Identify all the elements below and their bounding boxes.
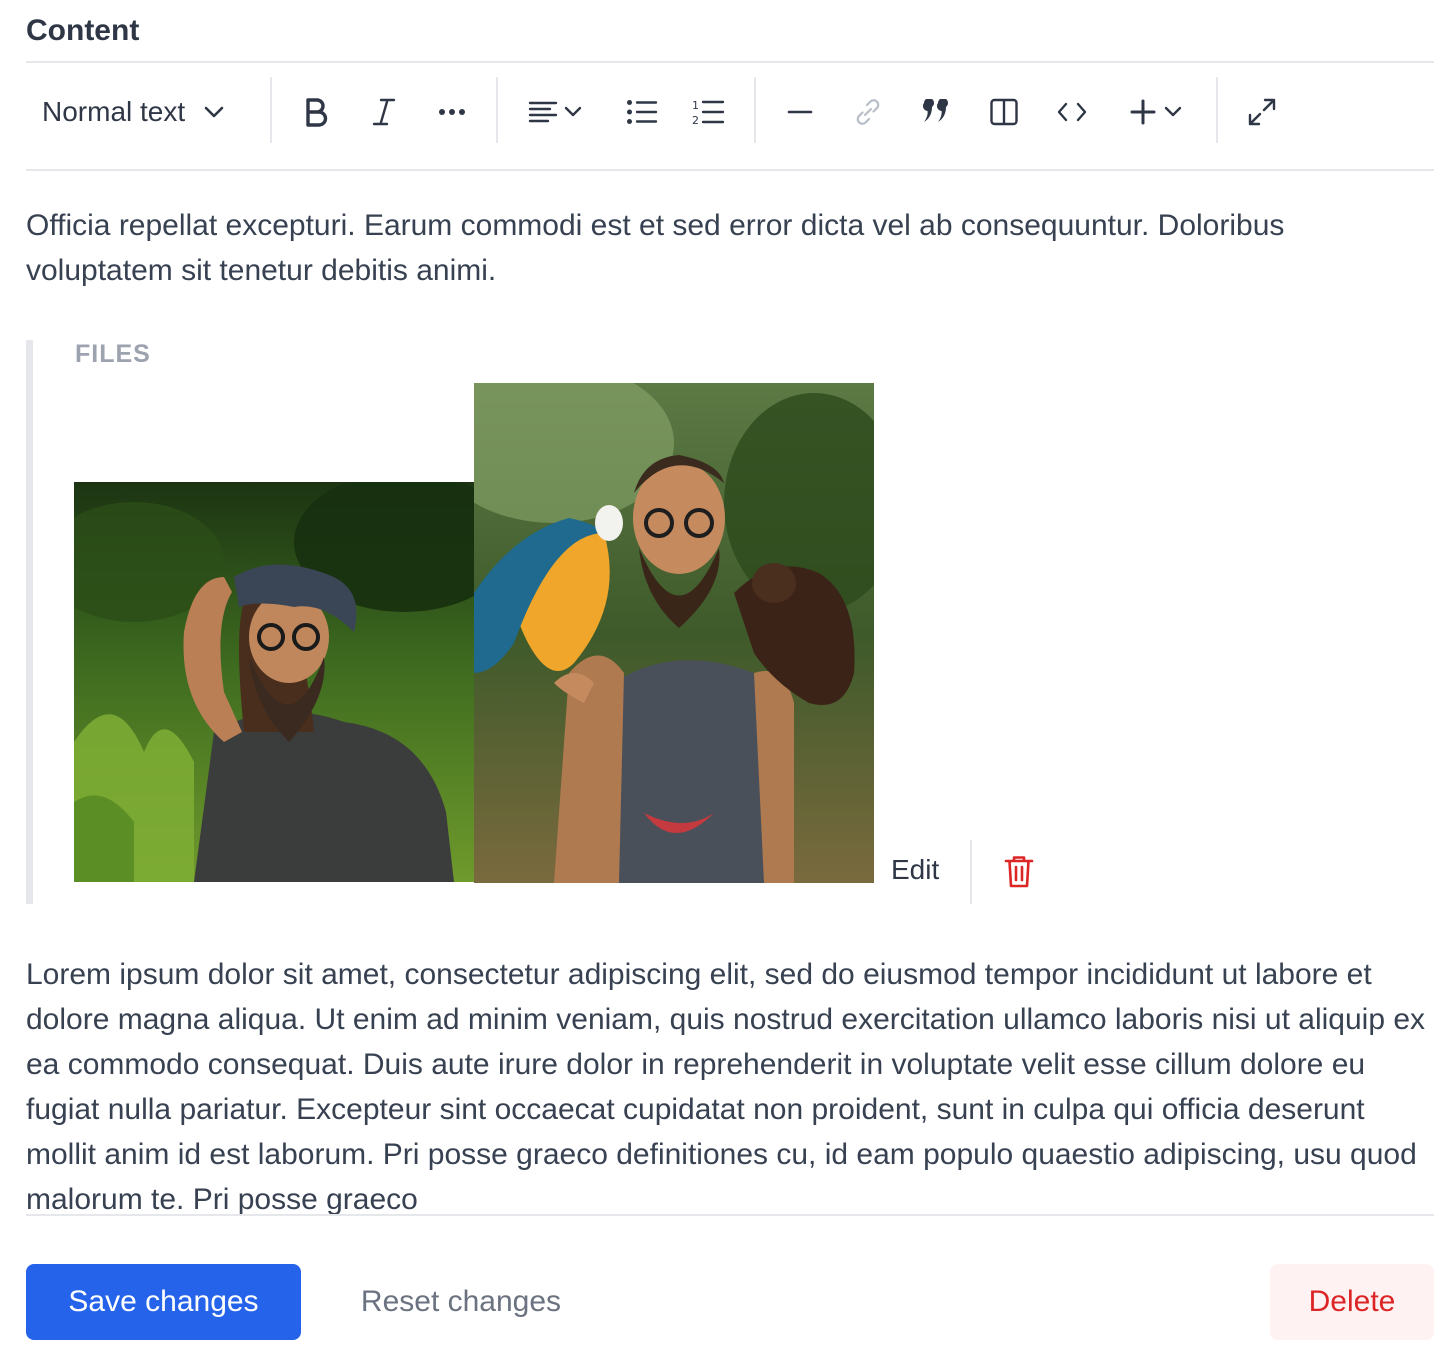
toolbar-separator bbox=[496, 77, 498, 143]
toolbar-separator bbox=[270, 77, 272, 143]
save-button[interactable]: Save changes bbox=[26, 1264, 301, 1340]
align-left-icon bbox=[528, 100, 558, 124]
minus-icon bbox=[787, 109, 813, 115]
more-horizontal-icon bbox=[438, 108, 466, 116]
columns-icon bbox=[989, 97, 1019, 127]
link-icon bbox=[852, 96, 884, 128]
toolbar-separator bbox=[754, 77, 756, 143]
text-style-select[interactable]: Normal text bbox=[42, 91, 244, 133]
numbered-list-button[interactable]: 12 bbox=[686, 91, 730, 133]
bold-icon bbox=[303, 97, 329, 127]
bullet-list-button[interactable] bbox=[620, 91, 664, 133]
files-actions-separator bbox=[970, 840, 972, 904]
numbered-list-icon: 12 bbox=[691, 98, 725, 126]
text-style-label: Normal text bbox=[42, 96, 186, 127]
plus-icon bbox=[1130, 99, 1156, 125]
toolbar-separator bbox=[1216, 77, 1218, 143]
fullscreen-button[interactable] bbox=[1240, 91, 1284, 133]
chevron-down-icon bbox=[1164, 106, 1182, 118]
trash-icon bbox=[1003, 856, 1035, 894]
file-image[interactable] bbox=[74, 482, 474, 882]
bold-button[interactable] bbox=[294, 91, 338, 133]
files-label: FILES bbox=[75, 340, 151, 368]
reset-button[interactable]: Reset changes bbox=[326, 1264, 596, 1340]
quote-icon bbox=[921, 99, 951, 125]
quote-button[interactable] bbox=[914, 91, 958, 133]
horizontal-rule-button[interactable] bbox=[778, 91, 822, 133]
bullet-list-icon bbox=[626, 99, 658, 125]
italic-icon bbox=[371, 97, 397, 127]
editor-paragraph[interactable]: Officia repellat excepturi. Earum commod… bbox=[26, 203, 1426, 293]
code-icon bbox=[1056, 101, 1088, 123]
delete-button[interactable]: Delete bbox=[1270, 1264, 1434, 1340]
more-formatting-button[interactable] bbox=[430, 91, 474, 133]
editor-body-scroll[interactable]: Lorem ipsum dolor sit amet, consectetur … bbox=[26, 952, 1434, 1216]
files-block: FILES Edit bbox=[26, 340, 1126, 904]
file-image[interactable] bbox=[474, 383, 874, 883]
align-button[interactable] bbox=[524, 91, 586, 133]
editor-toolbar: Normal text 12 bbox=[26, 63, 1434, 171]
italic-button[interactable] bbox=[362, 91, 406, 133]
edit-file-button[interactable]: Edit bbox=[891, 854, 939, 886]
insert-button[interactable] bbox=[1124, 91, 1188, 133]
code-button[interactable] bbox=[1050, 91, 1094, 133]
columns-button[interactable] bbox=[982, 91, 1026, 133]
svg-text:1: 1 bbox=[692, 99, 699, 112]
delete-file-button[interactable] bbox=[1003, 854, 1035, 890]
chevron-down-icon bbox=[203, 105, 225, 119]
chevron-down-icon bbox=[564, 106, 582, 118]
link-button[interactable] bbox=[846, 91, 890, 133]
editor-paragraph[interactable]: Lorem ipsum dolor sit amet, consectetur … bbox=[26, 952, 1434, 1214]
expand-icon bbox=[1247, 97, 1277, 127]
svg-text:2: 2 bbox=[692, 114, 699, 126]
section-title: Content bbox=[26, 14, 140, 47]
